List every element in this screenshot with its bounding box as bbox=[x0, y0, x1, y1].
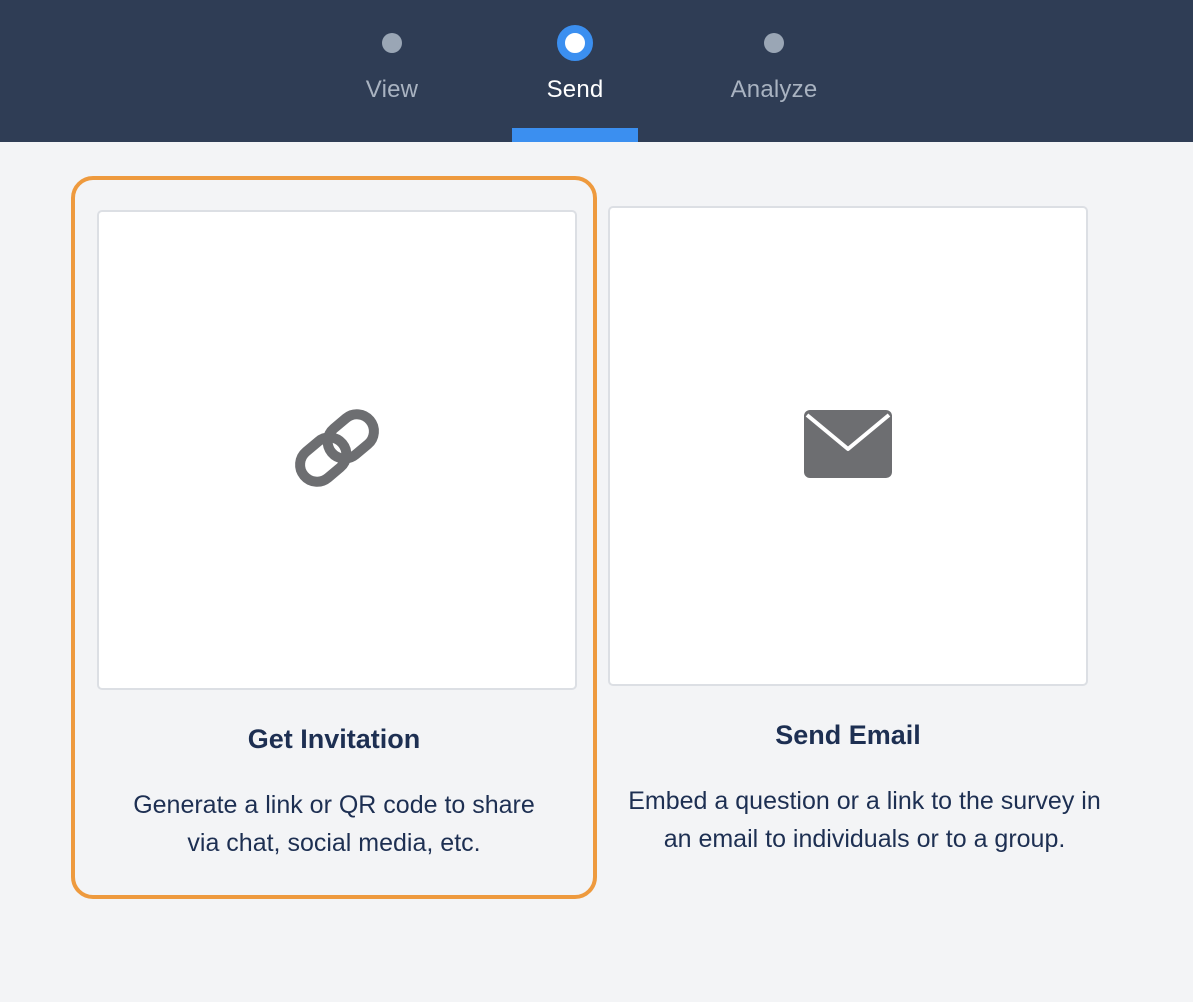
step-analyze-indicator bbox=[764, 33, 784, 53]
step-send[interactable]: Send bbox=[512, 0, 638, 142]
step-send-indicator bbox=[557, 25, 593, 61]
step-analyze[interactable]: Analyze bbox=[711, 0, 837, 142]
step-navigation: View Send Analyze bbox=[0, 0, 1193, 142]
get-invitation-description: Generate a link or QR code to share via … bbox=[133, 791, 535, 857]
send-email-description: Embed a question or a link to the survey… bbox=[628, 787, 1101, 853]
step-view[interactable]: View bbox=[329, 0, 455, 142]
step-send-label: Send bbox=[546, 76, 604, 103]
send-email-tile[interactable] bbox=[608, 206, 1088, 686]
send-email-title: Send Email bbox=[775, 720, 921, 750]
get-invitation-tile[interactable] bbox=[97, 210, 577, 690]
step-view-label: View bbox=[365, 76, 419, 103]
get-invitation-title: Get Invitation bbox=[247, 724, 421, 754]
active-step-underline bbox=[512, 128, 638, 142]
step-analyze-label: Analyze bbox=[730, 76, 818, 103]
envelope-icon bbox=[803, 409, 893, 484]
option-send-email[interactable]: Send Email Embed a question or a link to… bbox=[585, 176, 1111, 899]
option-get-invitation[interactable]: Get Invitation Generate a link or QR cod… bbox=[71, 176, 597, 899]
link-icon bbox=[290, 401, 384, 500]
step-view-indicator bbox=[382, 33, 402, 53]
